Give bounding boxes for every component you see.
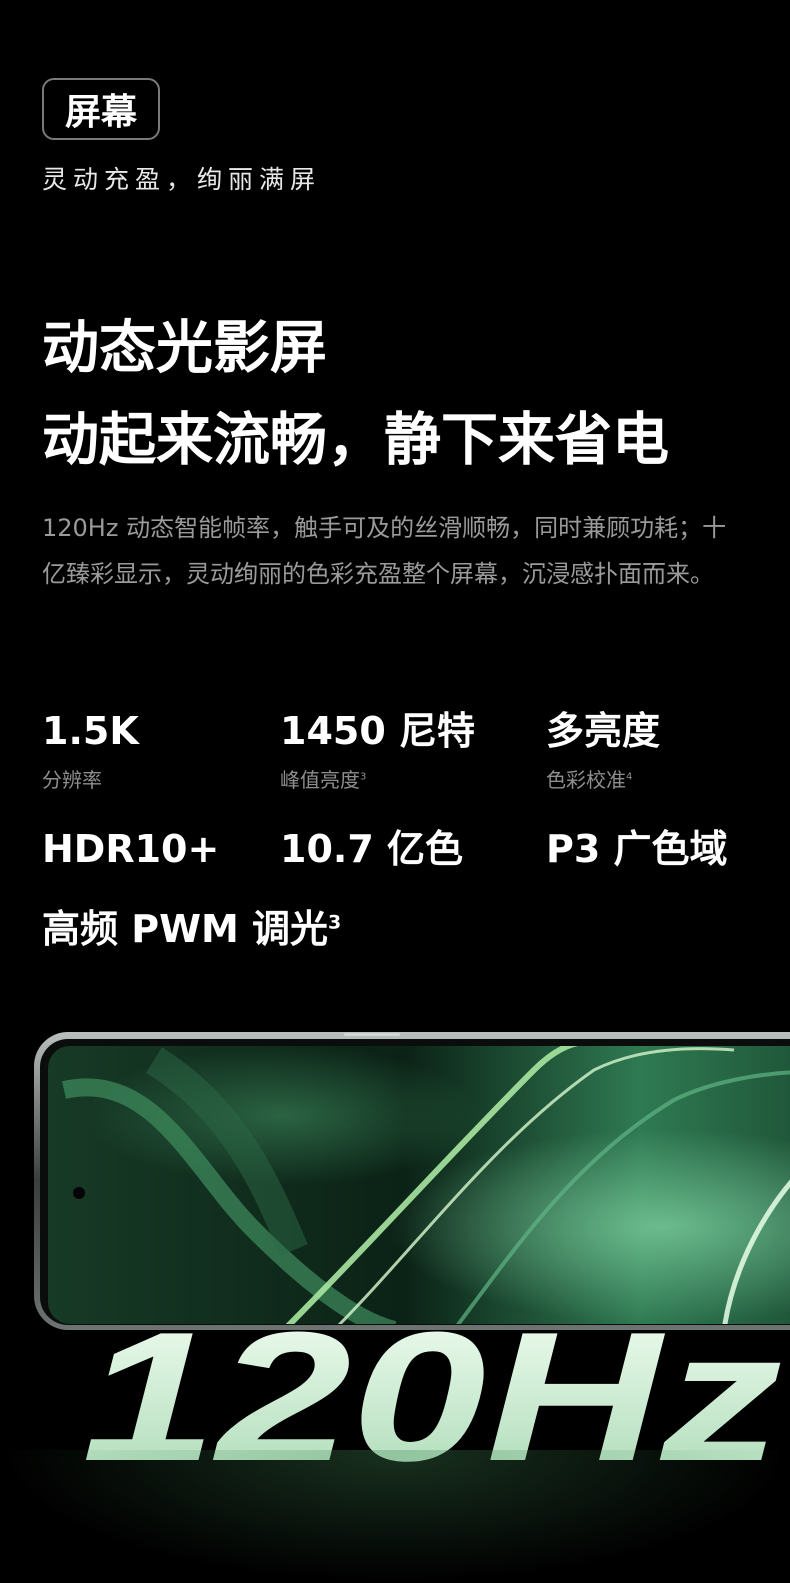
spec-peak-brightness: 1450 尼特 峰值亮度3 [280,712,475,790]
spec-color-gamut: P3 广色域 [546,830,728,868]
spec-value: 1.5K [42,709,139,753]
feature-description: 120Hz 动态智能帧率，触手可及的丝滑顺畅，同时兼顾功耗；十亿臻彩显示，灵动绚… [42,514,727,588]
headline-line-1: 动态光影屏 [42,315,327,381]
spec-label: 色彩校准4 [546,768,633,792]
spec-value: 高频 PWM 调光3 [42,907,342,951]
spec-value: 10.7 亿色 [280,827,463,871]
bottom-glow [0,1450,790,1583]
spec-value: P3 广色域 [546,827,728,871]
spec-value: 多亮度 [546,709,661,753]
footnote-marker: 3 [328,911,342,934]
spec-color-calibration: 多亮度 色彩校准4 [546,712,660,790]
footnote-marker: 3 [360,771,367,783]
spec-label: 分辨率 [42,768,102,792]
spec-pwm-dimming: 高频 PWM 调光3 [42,910,341,948]
spec-hdr: HDR10+ [42,830,219,868]
spec-value: 1450 尼特 [280,709,475,753]
headline-line-2: 动起来流畅，静下来省电 [42,407,669,473]
spec-resolution: 1.5K 分辨率 [42,712,139,790]
section-tagline: 灵动充盈，绚丽满屏 [42,165,322,194]
front-camera-icon [73,1187,85,1199]
phone-image [34,1032,790,1330]
spec-label: 峰值亮度3 [280,768,367,792]
footnote-marker: 4 [626,771,633,783]
section-tag: 屏幕 [42,78,160,140]
spec-value: HDR10+ [42,827,220,871]
spec-color-depth: 10.7 亿色 [280,830,463,868]
